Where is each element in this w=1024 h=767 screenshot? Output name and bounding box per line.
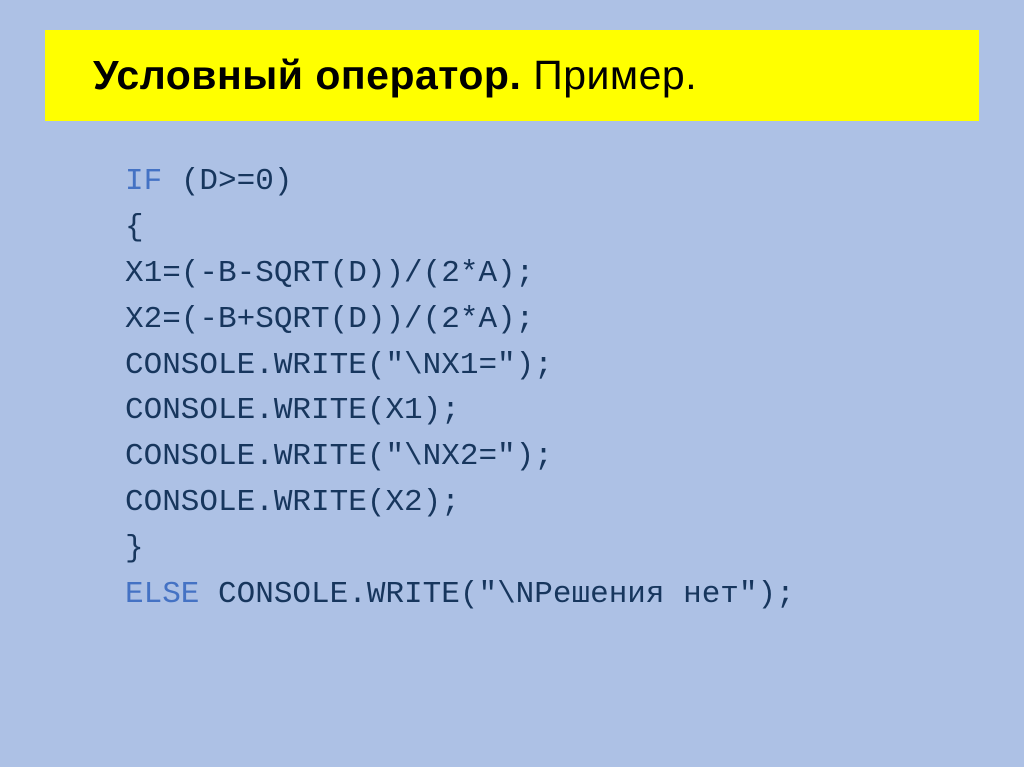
title-rest: Пример.	[521, 52, 697, 98]
code-line-3: X1=(-B-SQRT(D))/(2*A);	[125, 251, 979, 297]
slide-container: Условный оператор. Пример. IF (D>=0) { X…	[0, 0, 1024, 767]
code-line-10-rest: CONSOLE.WRITE("\NРешения нет");	[199, 577, 794, 612]
code-line-1: IF (D>=0)	[125, 159, 979, 205]
keyword-if: IF	[125, 164, 162, 199]
keyword-else: ELSE	[125, 577, 199, 612]
code-line-9: }	[125, 526, 979, 572]
code-line-8: CONSOLE.WRITE(X2);	[125, 480, 979, 526]
code-line-5: CONSOLE.WRITE("\NX1=");	[125, 343, 979, 389]
code-line-10: ELSE CONSOLE.WRITE("\NРешения нет");	[125, 572, 979, 618]
code-line-7: CONSOLE.WRITE("\NX2=");	[125, 434, 979, 480]
code-block: IF (D>=0) { X1=(-B-SQRT(D))/(2*A); X2=(-…	[45, 159, 979, 618]
code-line-6: CONSOLE.WRITE(X1);	[125, 388, 979, 434]
slide-title: Условный оператор. Пример.	[93, 52, 954, 99]
code-line-4: X2=(-B+SQRT(D))/(2*A);	[125, 297, 979, 343]
title-bold: Условный оператор.	[93, 52, 521, 98]
title-box: Условный оператор. Пример.	[45, 30, 979, 121]
code-line-2: {	[125, 205, 979, 251]
code-line-1-rest: (D>=0)	[162, 164, 292, 199]
